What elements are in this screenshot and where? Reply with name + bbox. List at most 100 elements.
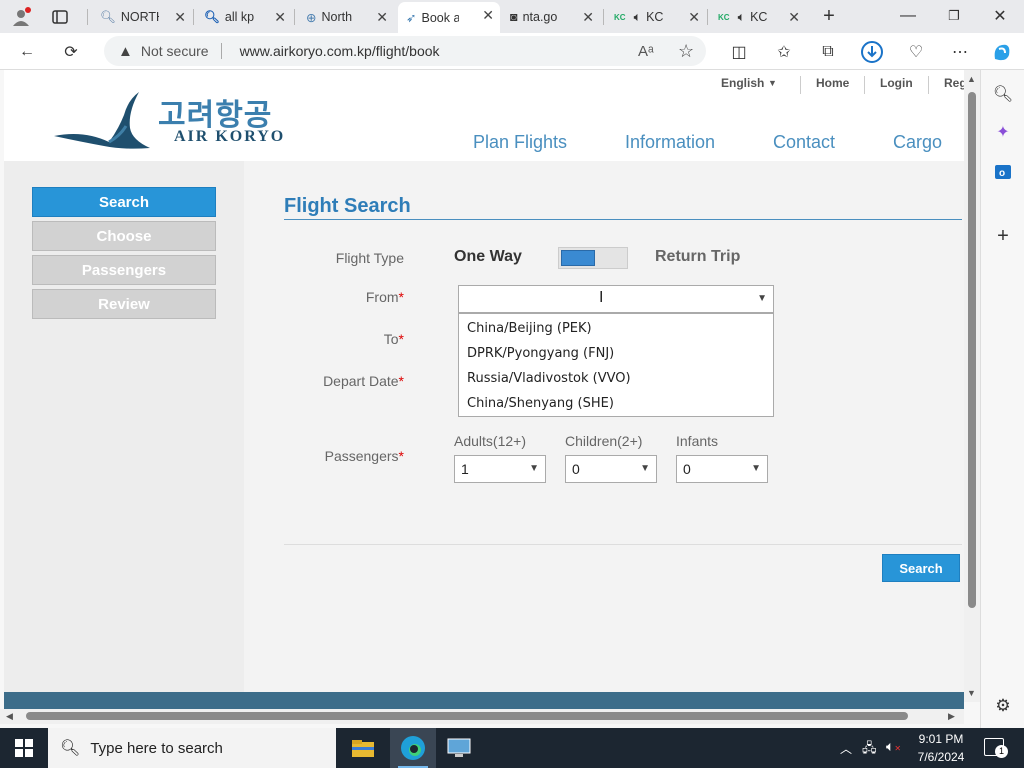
step-choose[interactable]: Choose xyxy=(32,221,216,251)
tab-north-search[interactable]: 🔍︎ NORTH✕ xyxy=(92,4,192,30)
tab-actions-icon[interactable] xyxy=(50,8,70,26)
language-selector[interactable]: English xyxy=(721,76,764,90)
search-icon[interactable]: 🔍︎ xyxy=(991,82,1015,106)
children-select[interactable]: 0 ▼ xyxy=(565,455,657,483)
register-link[interactable]: Reg xyxy=(944,76,964,90)
favorites-icon[interactable]: ✩ xyxy=(771,39,797,65)
taskbar-date[interactable]: 7/6/2024 xyxy=(914,750,968,764)
add-icon[interactable]: + xyxy=(991,224,1015,248)
chevron-down-icon[interactable]: ▼ xyxy=(640,463,650,474)
outlook-icon[interactable]: o xyxy=(991,160,1015,184)
back-icon[interactable]: ← xyxy=(14,39,40,65)
chevron-down-icon[interactable]: ▼ xyxy=(751,463,761,474)
step-passengers[interactable]: Passengers xyxy=(32,255,216,285)
trip-type-toggle[interactable] xyxy=(558,247,628,269)
vertical-scrollbar[interactable]: ▲ ▼ xyxy=(964,70,980,702)
scrollbar-thumb[interactable] xyxy=(968,92,976,608)
taskbar-search-box[interactable]: 🔍︎ Type here to search xyxy=(48,728,336,768)
close-icon[interactable]: ✕ xyxy=(376,9,388,26)
adults-select[interactable]: 1 ▼ xyxy=(454,455,546,483)
dropdown-option[interactable]: Russia/Vladivostok (VVO) xyxy=(459,366,773,391)
chevron-down-icon[interactable]: ▼ xyxy=(768,78,777,88)
remote-desktop-icon[interactable] xyxy=(446,736,472,760)
close-icon[interactable]: ✕ xyxy=(174,9,186,26)
scrollbar-thumb[interactable] xyxy=(26,712,908,720)
nav-cargo[interactable]: Cargo xyxy=(893,132,942,153)
taskbar-edge-active[interactable] xyxy=(390,728,436,768)
tab-kcna-2[interactable]: KC 🔈︎ KC ✕ xyxy=(710,4,806,30)
infants-label: Infants xyxy=(676,433,719,449)
home-link[interactable]: Home xyxy=(816,76,849,90)
dropdown-option[interactable]: China/Beijing (PEK) xyxy=(459,316,773,341)
new-tab-icon[interactable]: + xyxy=(818,5,840,27)
close-icon[interactable]: ✕ xyxy=(688,9,700,26)
taskbar-search-placeholder: Type here to search xyxy=(90,739,223,757)
copilot-app-icon[interactable]: ✦ xyxy=(991,120,1015,144)
speaker-icon[interactable]: 🔈︎ xyxy=(634,10,642,25)
search-button[interactable]: Search xyxy=(882,554,960,582)
security-label[interactable]: Not secure xyxy=(141,43,209,59)
from-select[interactable]: I ▼ xyxy=(458,285,774,313)
windows-start-icon[interactable] xyxy=(14,738,34,758)
volume-muted-icon[interactable]: 🔈︎✕ xyxy=(886,738,901,755)
scroll-right-icon[interactable]: ▶ xyxy=(948,711,955,722)
flight-search-panel: Flight Search Flight Type One Way Return… xyxy=(244,161,964,692)
url-text[interactable]: www.airkoryo.com.kp/flight/book xyxy=(240,43,440,59)
scroll-left-icon[interactable]: ◀ xyxy=(6,711,13,722)
scroll-down-icon[interactable]: ▼ xyxy=(967,688,976,698)
tab-book-air-koryo[interactable]: ➶ Book a ✕ xyxy=(398,2,500,33)
tray-chevron-icon[interactable]: ︿ xyxy=(840,740,852,757)
performance-icon[interactable]: ♡ xyxy=(903,39,929,65)
notifications-icon[interactable]: 1 xyxy=(984,738,1008,758)
one-way-option[interactable]: One Way xyxy=(454,248,522,266)
step-search[interactable]: Search xyxy=(32,187,216,217)
taskbar-time[interactable]: 9:01 PM xyxy=(916,732,966,746)
nav-plan-flights[interactable]: Plan Flights xyxy=(473,132,567,153)
chevron-down-icon[interactable]: ▼ xyxy=(757,293,767,304)
return-trip-option[interactable]: Return Trip xyxy=(655,248,740,266)
close-icon[interactable]: ✕ xyxy=(274,9,286,26)
infants-value: 0 xyxy=(683,461,691,477)
tab-kcna-1[interactable]: KC 🔈︎ KC ✕ xyxy=(606,4,706,30)
close-icon[interactable]: ✕ xyxy=(582,9,594,26)
profile-icon[interactable] xyxy=(10,6,32,28)
tab-north-wiki[interactable]: ⊕ North ✕ xyxy=(298,4,394,30)
speaker-icon[interactable]: 🔈︎ xyxy=(738,10,746,25)
scroll-up-icon[interactable]: ▲ xyxy=(967,74,976,84)
file-explorer-icon[interactable] xyxy=(350,736,376,760)
minimize-icon[interactable]: — xyxy=(898,6,918,26)
logo[interactable]: 고려항공 AIR KORYO xyxy=(54,90,304,152)
more-menu-icon[interactable]: ⋯ xyxy=(947,39,973,65)
infants-select[interactable]: 0 ▼ xyxy=(676,455,768,483)
kcna-icon: KC xyxy=(614,12,626,22)
horizontal-scrollbar[interactable]: ◀ ▶ xyxy=(0,709,964,724)
split-screen-icon[interactable]: ◫ xyxy=(726,39,752,65)
network-icon[interactable]: 🖧︎ xyxy=(862,739,877,761)
step-review[interactable]: Review xyxy=(32,289,216,319)
nav-contact[interactable]: Contact xyxy=(773,132,835,153)
restore-icon[interactable]: ❐ xyxy=(944,6,964,26)
text-cursor-icon: I xyxy=(599,289,604,306)
nav-information[interactable]: Information xyxy=(625,132,715,153)
login-link[interactable]: Login xyxy=(880,76,913,90)
refresh-icon[interactable]: ⟳ xyxy=(58,39,84,65)
dropdown-option[interactable]: China/Shenyang (SHE) xyxy=(459,391,773,416)
close-icon[interactable]: ✕ xyxy=(788,9,800,26)
passengers-label-text: Passengers xyxy=(324,448,399,464)
chevron-down-icon[interactable]: ▼ xyxy=(529,463,539,474)
favorite-star-icon[interactable]: ☆ xyxy=(678,41,694,62)
collections-icon[interactable]: ⧉ xyxy=(815,39,841,65)
steps-sidebar: Search Choose Passengers Review xyxy=(4,161,244,692)
copilot-icon[interactable] xyxy=(989,39,1015,65)
tab-allkp-search[interactable]: 🔍︎ all kp ✕ xyxy=(196,4,292,30)
dropdown-option[interactable]: DPRK/Pyongyang (FNJ) xyxy=(459,341,773,366)
close-window-icon[interactable]: ✕ xyxy=(990,6,1010,26)
close-icon[interactable]: ✕ xyxy=(482,7,494,24)
adults-label: Adults(12+) xyxy=(454,433,526,449)
form-divider xyxy=(284,544,962,545)
settings-gear-icon[interactable]: ⚙ xyxy=(991,694,1015,718)
read-aloud-icon[interactable]: Aᵃ xyxy=(638,43,654,60)
downloads-icon[interactable] xyxy=(859,39,885,65)
tab-nta[interactable]: ◙ nta.go ✕ xyxy=(502,4,600,30)
omnibox[interactable]: ▲ Not secure www.airkoryo.com.kp/flight/… xyxy=(104,36,706,66)
